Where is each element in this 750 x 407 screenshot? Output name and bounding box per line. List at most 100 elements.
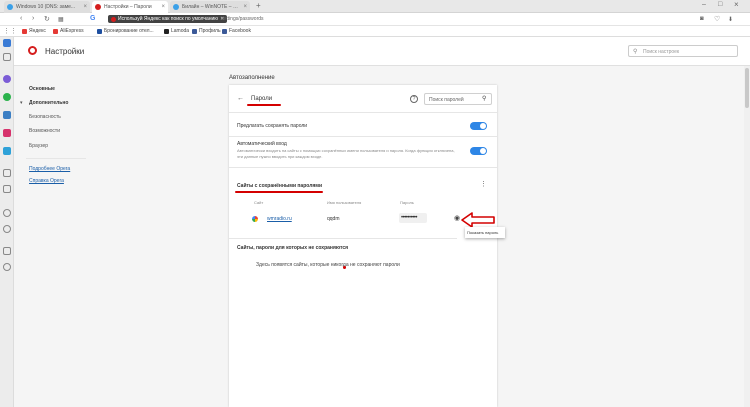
bookmark-facebook[interactable]: Facebook xyxy=(222,28,251,34)
bookmark-booking[interactable]: Бронирование отел... xyxy=(97,28,154,34)
chevron-down-icon: ▾ xyxy=(20,100,23,106)
address-field[interactable]: settings/passwords xyxy=(221,16,264,22)
vk-icon[interactable] xyxy=(3,111,11,119)
show-password-tooltip: Показать пароль xyxy=(465,227,505,238)
tab-windows-10[interactable]: Windows 10 (DNS: заме... × xyxy=(4,1,90,13)
heart-icon[interactable] xyxy=(3,209,11,217)
menu-basic[interactable]: Основные xyxy=(29,86,55,92)
download-icon[interactable]: ⬇ xyxy=(728,16,733,23)
site-icon xyxy=(173,4,179,10)
close-icon[interactable]: × xyxy=(83,4,87,10)
minimize-button[interactable]: – xyxy=(702,1,706,8)
menu-security[interactable]: Безопасность xyxy=(29,114,61,120)
menu-help-link[interactable]: Справка Opera xyxy=(29,178,64,184)
history-icon[interactable] xyxy=(3,225,11,233)
divider xyxy=(229,167,497,168)
divider xyxy=(229,238,457,239)
speed-dial-icon[interactable] xyxy=(3,39,11,47)
forward-icon[interactable]: › xyxy=(32,15,34,22)
bookmark-lamoda[interactable]: Lamoda xyxy=(164,28,189,34)
bookmark-profile[interactable]: Профиль xyxy=(192,28,221,34)
annotation-underline xyxy=(247,104,281,106)
menu-advanced[interactable]: Дополнительно xyxy=(29,100,68,106)
site-icon xyxy=(7,4,13,10)
booking-icon xyxy=(97,28,102,34)
camera-icon[interactable]: ◙ xyxy=(700,16,704,22)
opera-logo-icon xyxy=(28,46,37,55)
apps-icon[interactable]: ⋮⋮ xyxy=(3,27,17,35)
back-icon[interactable]: ‹ xyxy=(20,15,22,22)
offer-save-toggle[interactable] xyxy=(470,122,487,130)
menu-features[interactable]: Возможности xyxy=(29,128,60,134)
password-search-input[interactable]: Поиск паролей ⚲ xyxy=(424,93,492,105)
more-options-icon[interactable]: ⋮ xyxy=(480,180,487,188)
search-icon: ⚲ xyxy=(482,96,487,102)
bookmarks-icon[interactable] xyxy=(3,53,11,61)
instagram-icon[interactable] xyxy=(3,129,11,137)
profile-icon xyxy=(192,28,197,34)
whatsapp-icon[interactable] xyxy=(3,93,11,101)
messenger-icon[interactable] xyxy=(3,75,11,83)
telegram-icon[interactable] xyxy=(3,147,11,155)
sidebar xyxy=(0,37,14,407)
close-icon[interactable]: × xyxy=(243,4,247,10)
site-link[interactable]: wmradio.ru xyxy=(267,216,292,222)
annotation-arrow xyxy=(461,212,495,228)
password-value: •••••••••• xyxy=(399,213,427,223)
saved-passwords-title: Сайты с сохранёнными паролями xyxy=(237,183,323,189)
table-row: wmradio.ru qqdm •••••••••• ◉ xyxy=(229,213,497,227)
bookmark-yandex[interactable]: Яндекс xyxy=(22,28,46,34)
offer-save-label: Предлагать сохранять пароли xyxy=(237,123,308,129)
close-icon[interactable]: × xyxy=(161,4,165,10)
search-engine-icon: G xyxy=(90,15,96,22)
scrollbar-thumb[interactable] xyxy=(745,68,749,108)
menu-browser[interactable]: Браузер xyxy=(29,143,48,149)
lamoda-icon xyxy=(164,28,169,34)
heart-icon[interactable]: ♡ xyxy=(714,15,720,23)
divider xyxy=(229,112,497,113)
close-window-button[interactable]: × xyxy=(734,0,739,9)
scrollbar[interactable] xyxy=(744,66,750,407)
settings-icon[interactable] xyxy=(3,263,11,271)
opera-icon xyxy=(95,4,101,10)
column-username: Имя пользователя xyxy=(327,200,362,205)
never-saved-empty-text: Здесь появятся сайты, которые никогда не… xyxy=(256,262,400,268)
tab-strip: Windows 10 (DNS: заме... × Настройки – П… xyxy=(0,0,750,13)
maximize-button[interactable]: □ xyxy=(718,1,722,8)
divider xyxy=(229,136,497,137)
settings-search-input[interactable]: ⚲ Поиск настроек xyxy=(628,45,738,57)
bookmark-aliexpress[interactable]: AliExpress xyxy=(53,28,84,34)
column-password: Пароль xyxy=(400,200,414,205)
address-bar-row: ‹ › ↻ ▦ G Используй Яндекс как поиск по … xyxy=(0,13,750,26)
grid-icon[interactable]: ▦ xyxy=(58,16,64,23)
extensions-icon[interactable] xyxy=(3,247,11,255)
send-icon[interactable] xyxy=(3,185,11,193)
username-value: qqdm xyxy=(327,216,340,222)
default-search-badge[interactable]: Используй Яндекс как поиск по умолчанию … xyxy=(108,15,228,23)
autologin-toggle[interactable] xyxy=(470,147,487,155)
section-title: Автозаполнение xyxy=(229,75,275,81)
passwords-panel: ← Пароли ? Поиск паролей ⚲ Предлагать со… xyxy=(229,85,505,407)
tab-settings-passwords[interactable]: Настройки – Пароли × xyxy=(92,1,168,13)
yandex-icon xyxy=(22,28,27,34)
tab-beeline[interactable]: Билайн – WinNOTE – Win... × xyxy=(170,1,250,13)
site-favicon-icon xyxy=(252,216,258,222)
facebook-icon xyxy=(222,28,227,34)
never-saved-title: Сайты, пароли для которых не сохраняются xyxy=(237,245,349,251)
help-icon[interactable]: ? xyxy=(410,95,418,103)
column-site: Сайт xyxy=(254,200,264,205)
annotation-underline xyxy=(235,191,323,193)
back-arrow-button[interactable]: ← xyxy=(237,95,244,102)
menu-divider xyxy=(26,158,86,159)
annotation-dot xyxy=(343,266,346,269)
new-tab-button[interactable]: + xyxy=(256,1,261,10)
reload-icon[interactable]: ↻ xyxy=(44,15,50,23)
autologin-title: Автоматический вход xyxy=(237,141,287,147)
aliexpress-icon xyxy=(53,28,58,34)
player-icon[interactable] xyxy=(3,169,11,177)
autologin-description: Автоматически входить на сайты с помощью… xyxy=(237,148,455,159)
bookmarks-bar: ⋮⋮ Яндекс AliExpress Бронирование отел..… xyxy=(0,26,750,37)
search-icon: ⚲ xyxy=(633,49,638,55)
passwords-title: Пароли xyxy=(251,96,273,102)
menu-about-link[interactable]: Подробнее Opera xyxy=(29,166,70,172)
